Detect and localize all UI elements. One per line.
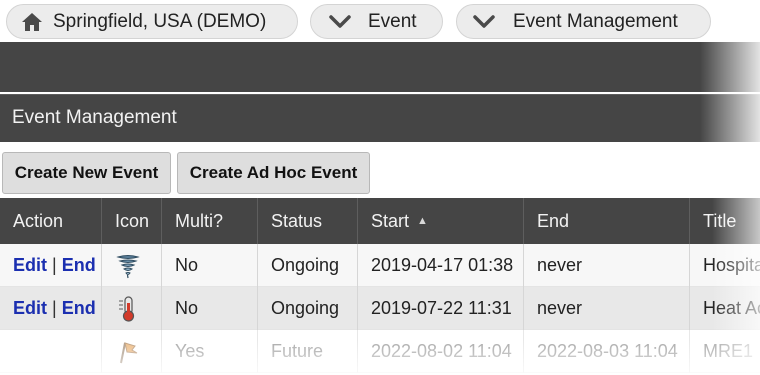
flag-icon [120, 341, 138, 363]
start-cell: 2019-04-17 01:38 [357, 244, 523, 287]
multi-cell: No [161, 287, 257, 330]
multi-cell: No [161, 244, 257, 287]
row-actions [0, 330, 101, 373]
header-fade [700, 42, 760, 142]
row-actions: Edit | End [0, 287, 101, 330]
breadcrumb-event-management-label: Event Management [513, 10, 678, 32]
table-row: Edit | End No Ongoing 2019-07-22 11:31 n… [0, 287, 760, 330]
action-separator: | [52, 255, 57, 275]
breadcrumb-event[interactable]: Event [310, 4, 443, 39]
home-icon [22, 12, 42, 31]
row-actions: Edit | End [0, 244, 101, 287]
title-cell: MRE1 [689, 330, 760, 373]
title-cell: Heat Ac [689, 287, 760, 330]
column-header-status[interactable]: Status [257, 198, 357, 244]
breadcrumb: Springfield, USA (DEMO) Event Event Mana… [0, 0, 760, 42]
status-cell: Ongoing [257, 287, 357, 330]
breadcrumb-event-label: Event [368, 10, 417, 32]
table-row: Yes Future 2022-08-02 11:04 2022-08-03 1… [0, 330, 760, 373]
tornado-icon [116, 254, 140, 278]
event-icon-cell [101, 244, 161, 287]
end-event-link[interactable]: End [62, 255, 96, 276]
column-header-end[interactable]: End [523, 198, 689, 244]
event-icon-cell [101, 287, 161, 330]
breadcrumb-home[interactable]: Springfield, USA (DEMO) [6, 4, 298, 39]
column-header-icon[interactable]: Icon [101, 198, 161, 244]
edit-link[interactable]: Edit [13, 298, 47, 319]
table-row: Edit | End No Ongoing 2019-04-17 01:38 n… [0, 244, 760, 287]
status-cell: Future [257, 330, 357, 373]
action-separator: | [52, 298, 57, 318]
end-cell: never [523, 244, 689, 287]
column-header-action[interactable]: Action [0, 198, 101, 244]
table-header: Action Icon Multi? Status Start ▲ End Ti… [0, 198, 760, 244]
breadcrumb-event-management[interactable]: Event Management [456, 4, 711, 39]
sort-ascending-icon: ▲ [417, 215, 428, 227]
chevron-down-icon [473, 14, 495, 28]
create-new-event-button[interactable]: Create New Event [2, 152, 171, 194]
chevron-down-icon [329, 14, 351, 28]
event-icon-cell [101, 330, 161, 373]
end-cell: never [523, 287, 689, 330]
start-cell: 2019-07-22 11:31 [357, 287, 523, 330]
title-cell: Hospita [689, 244, 760, 287]
status-cell: Ongoing [257, 244, 357, 287]
thermometer-icon [119, 295, 135, 322]
start-cell: 2022-08-02 11:04 [357, 330, 523, 373]
toolbar-band [0, 42, 760, 92]
column-header-title[interactable]: Title [689, 198, 760, 244]
multi-cell: Yes [161, 330, 257, 373]
create-ad-hoc-event-button[interactable]: Create Ad Hoc Event [177, 152, 370, 194]
breadcrumb-home-label: Springfield, USA (DEMO) [53, 10, 267, 32]
column-header-multi[interactable]: Multi? [161, 198, 257, 244]
end-event-link[interactable]: End [62, 298, 96, 319]
page-header: Event Management [0, 94, 760, 142]
page-title: Event Management [12, 107, 177, 128]
end-cell: 2022-08-03 11:04 [523, 330, 689, 373]
edit-link[interactable]: Edit [13, 255, 47, 276]
column-header-start[interactable]: Start ▲ [357, 198, 523, 244]
